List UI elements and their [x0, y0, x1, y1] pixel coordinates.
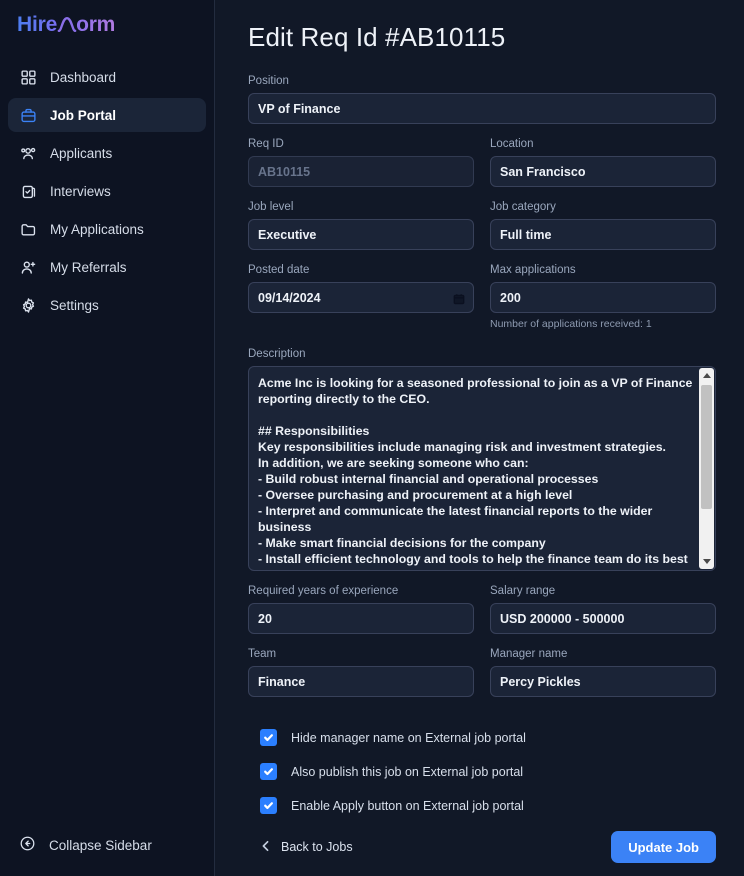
- user-plus-icon: [19, 258, 37, 276]
- field-location: Location San Francisco: [490, 138, 716, 187]
- team-input[interactable]: Finance: [248, 666, 474, 697]
- manager-name-input[interactable]: Percy Pickles: [490, 666, 716, 697]
- gear-icon: [19, 296, 37, 314]
- back-to-jobs-button[interactable]: Back to Jobs: [260, 840, 353, 855]
- sidebar-item-label: Settings: [50, 297, 99, 313]
- clipboard-check-icon: [19, 182, 37, 200]
- field-label: Team: [248, 648, 277, 660]
- sidebar-item-interviews[interactable]: Interviews: [8, 174, 206, 208]
- main-content: Edit Req Id #AB10115 Position VP of Fina…: [215, 0, 744, 876]
- field-label: Max applications: [490, 264, 576, 276]
- sidebar-item-job-portal[interactable]: Job Portal: [8, 98, 206, 132]
- field-label: Position: [248, 75, 289, 87]
- hide-manager-name-checkbox[interactable]: [260, 729, 277, 746]
- sidebar-item-label: Applicants: [50, 145, 113, 161]
- field-posted-date: Posted date 09/14/2024: [248, 264, 474, 330]
- check-icon: [264, 802, 273, 810]
- field-description: Description Acme Inc is looking for a se…: [248, 348, 716, 571]
- arrow-left-circle-icon: [19, 835, 36, 855]
- enable-apply-button-checkbox[interactable]: [260, 797, 277, 814]
- grid-icon: [19, 68, 37, 86]
- field-label: Job category: [490, 201, 556, 213]
- brand-name-part1: Hire: [17, 13, 58, 36]
- scroll-down-arrow-icon[interactable]: [699, 554, 714, 569]
- checkbox-label: Also publish this job on External job po…: [291, 764, 524, 779]
- collapse-sidebar-button[interactable]: Collapse Sidebar: [8, 828, 163, 862]
- sidebar-item-label: Interviews: [50, 183, 111, 199]
- checkbox-row[interactable]: Also publish this job on External job po…: [260, 763, 716, 780]
- field-label: Req ID: [248, 138, 284, 150]
- req-id-input: AB10115: [248, 156, 474, 187]
- salary-range-input[interactable]: USD 200000 - 500000: [490, 603, 716, 634]
- field-label: Location: [490, 138, 534, 150]
- field-job-category: Job category Full time: [490, 201, 716, 250]
- publish-external-checkbox[interactable]: [260, 763, 277, 780]
- field-max-applications: Max applications 200 Number of applicati…: [490, 264, 716, 330]
- position-input[interactable]: VP of Finance: [248, 93, 716, 124]
- field-team: Team Finance: [248, 648, 474, 697]
- posted-date-input[interactable]: 09/14/2024: [248, 282, 474, 313]
- chevron-left-icon: [260, 840, 272, 855]
- sidebar-item-label: My Referrals: [50, 259, 127, 275]
- brand-logo[interactable]: Hire orm: [0, 0, 214, 46]
- checkbox-group: Hide manager name on External job portal…: [260, 729, 716, 814]
- job-level-input[interactable]: Executive: [248, 219, 474, 250]
- field-label: Posted date: [248, 264, 310, 276]
- field-job-level: Job level Executive: [248, 201, 474, 250]
- experience-input[interactable]: 20: [248, 603, 474, 634]
- max-applications-input[interactable]: 200: [490, 282, 716, 313]
- sidebar-item-label: Job Portal: [50, 107, 117, 123]
- app-root: Hire orm Dashboard Job Portal Applicants…: [0, 0, 744, 876]
- update-job-button[interactable]: Update Job: [611, 831, 716, 863]
- sidebar-item-settings[interactable]: Settings: [8, 288, 206, 322]
- sidebar-item-label: My Applications: [50, 221, 144, 237]
- check-icon: [264, 734, 273, 742]
- sidebar-item-dashboard[interactable]: Dashboard: [8, 60, 206, 94]
- description-textarea[interactable]: Acme Inc is looking for a seasoned profe…: [248, 366, 716, 571]
- brand-name-part2: orm: [76, 13, 116, 36]
- field-label: Description: [248, 348, 306, 360]
- users-icon: [19, 144, 37, 162]
- folder-icon: [19, 220, 37, 238]
- scrollbar-thumb[interactable]: [701, 385, 712, 509]
- check-icon: [264, 768, 273, 776]
- field-req-id: Req ID AB10115: [248, 138, 474, 187]
- applications-received-helper: Number of applications received: 1: [490, 318, 652, 330]
- sidebar-item-my-referrals[interactable]: My Referrals: [8, 250, 206, 284]
- form-footer: Back to Jobs Update Job: [260, 831, 716, 863]
- job-category-input[interactable]: Full time: [490, 219, 716, 250]
- field-label: Job level: [248, 201, 294, 213]
- peak-n-logo-icon: [57, 15, 77, 34]
- field-label: Required years of experience: [248, 585, 399, 597]
- sidebar: Hire orm Dashboard Job Portal Applicants…: [0, 0, 215, 876]
- checkbox-label: Enable Apply button on External job port…: [291, 798, 524, 813]
- edit-req-form: Position VP of Finance Req ID AB10115 Lo…: [248, 75, 716, 863]
- location-input[interactable]: San Francisco: [490, 156, 716, 187]
- checkbox-row[interactable]: Hide manager name on External job portal: [260, 729, 716, 746]
- briefcase-icon: [19, 106, 37, 124]
- field-label: Manager name: [490, 648, 568, 660]
- field-position: Position VP of Finance: [248, 75, 716, 124]
- back-to-jobs-label: Back to Jobs: [281, 840, 353, 854]
- sidebar-item-applicants[interactable]: Applicants: [8, 136, 206, 170]
- field-experience: Required years of experience 20: [248, 585, 474, 634]
- sidebar-item-my-applications[interactable]: My Applications: [8, 212, 206, 246]
- checkbox-row[interactable]: Enable Apply button on External job port…: [260, 797, 716, 814]
- field-label: Salary range: [490, 585, 556, 597]
- collapse-sidebar-label: Collapse Sidebar: [49, 837, 152, 853]
- page-title: Edit Req Id #AB10115: [248, 22, 506, 52]
- scroll-up-arrow-icon[interactable]: [699, 368, 714, 383]
- description-scrollbar[interactable]: [699, 368, 714, 569]
- field-manager-name: Manager name Percy Pickles: [490, 648, 716, 697]
- sidebar-item-label: Dashboard: [50, 69, 117, 85]
- checkbox-label: Hide manager name on External job portal: [291, 730, 526, 745]
- sidebar-nav: Dashboard Job Portal Applicants Intervie…: [0, 60, 214, 326]
- field-salary-range: Salary range USD 200000 - 500000: [490, 585, 716, 634]
